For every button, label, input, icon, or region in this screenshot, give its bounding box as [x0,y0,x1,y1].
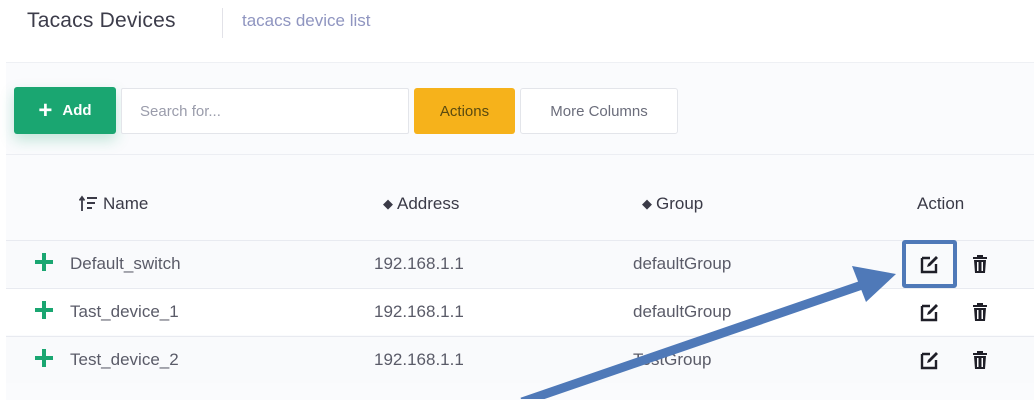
expand-row-icon[interactable] [33,347,55,369]
plus-icon: + [38,96,53,124]
table-row: Default_switch 192.168.1.1 defaultGroup [6,240,1034,287]
edit-icon[interactable] [919,301,941,323]
page-subtitle: tacacs device list [242,11,371,30]
add-button-label: Add [62,102,92,119]
toolbar-divider [6,154,1034,155]
device-group: defaultGroup [633,302,732,321]
column-header-address-label: Address [397,194,460,213]
column-header-name-label: Name [103,194,149,213]
device-group: defaultGroup [633,254,732,273]
actions-button[interactable]: Actions [414,88,515,134]
column-header-group[interactable]: ◆ Group [642,194,703,214]
column-header-name[interactable]: Name [79,194,148,214]
expand-row-icon[interactable] [33,251,55,273]
sort-ascending-icon [79,195,97,211]
column-header-action: Action [917,194,964,214]
device-address: 192.168.1.1 [374,254,464,273]
trash-icon[interactable] [969,253,991,275]
device-name: Test_device_2 [70,350,179,369]
trash-icon[interactable] [969,301,991,323]
column-header-action-label: Action [917,194,965,213]
more-columns-button[interactable]: More Columns [520,88,678,134]
page-header: Tacacs Devices tacacs device list [0,0,1034,62]
header-divider [222,8,223,38]
device-name: Tast_device_1 [70,302,179,321]
add-button[interactable]: + Add [14,87,116,134]
device-address: 192.168.1.1 [374,302,464,321]
sort-icon: ◆ [642,196,652,211]
edit-highlight-box [902,240,957,288]
sort-icon: ◆ [383,196,393,211]
edit-icon[interactable] [919,349,941,371]
trash-icon[interactable] [969,349,991,371]
table-row: Tast_device_1 192.168.1.1 defaultGroup [6,288,1034,335]
column-header-group-label: Group [656,194,704,213]
expand-row-icon[interactable] [33,299,55,321]
table-header: Name ◆ Address ◆ Group Action [6,180,1034,232]
column-header-address[interactable]: ◆ Address [383,194,459,214]
device-name: Default_switch [70,254,181,273]
device-group: TestGroup [633,350,712,369]
device-address: 192.168.1.1 [374,350,464,369]
page-title: Tacacs Devices [27,9,176,32]
search-input[interactable] [121,88,409,134]
table-row: Test_device_2 192.168.1.1 TestGroup [6,336,1034,383]
